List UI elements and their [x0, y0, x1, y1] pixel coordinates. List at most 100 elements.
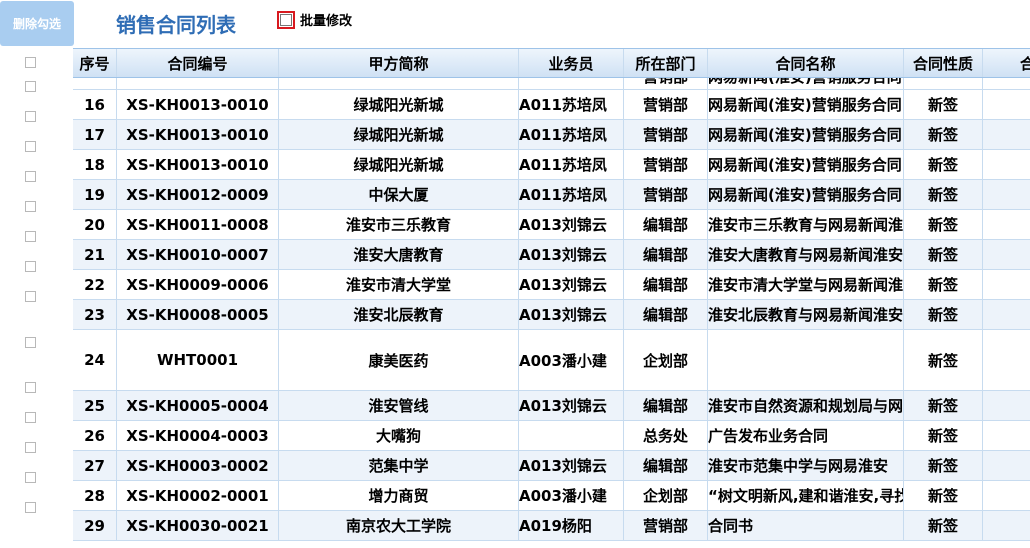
cell-extra [983, 90, 1030, 119]
table-row[interactable]: 26 XS-KH0004-0003 大嘴狗 总务处 广告发布业务合同 新签 [73, 421, 1030, 451]
header-extra[interactable]: 合 [983, 49, 1030, 77]
cell-party: 增力商贸 [279, 481, 519, 510]
cell-department: 编辑部 [624, 270, 708, 299]
cell-contract-nature: 新签 [904, 391, 983, 420]
row-select-checkbox[interactable] [25, 502, 36, 513]
header-contract-nature[interactable]: 合同性质 [904, 49, 983, 77]
cell-contract-code: XS-KH0004-0003 [117, 421, 279, 450]
cell-salesperson: A011苏培凤 [519, 150, 624, 179]
cell-salesperson: A013刘锦云 [519, 391, 624, 420]
table-cell [983, 78, 1030, 89]
header-contract-code[interactable]: 合同编号 [117, 49, 279, 77]
table-cell [279, 78, 519, 89]
cell-extra [983, 511, 1030, 540]
table-row[interactable]: 27 XS-KH0003-0002 范集中学 A013刘锦云 编辑部 淮安市范集中学与网易… [73, 451, 1030, 481]
cell-salesperson: A013刘锦云 [519, 270, 624, 299]
select-all-checkbox[interactable] [25, 57, 36, 68]
cell-department: 营销部 [624, 150, 708, 179]
cell-no: 21 [73, 240, 117, 269]
cell-department: 编辑部 [624, 240, 708, 269]
cell-party: 淮安管线 [279, 391, 519, 420]
cell-contract-code: XS-KH0013-0010 [117, 150, 279, 179]
cell-salesperson: A011苏培凤 [519, 90, 624, 119]
table-row[interactable]: 25 XS-KH0005-0004 淮安管线 A013刘锦云 编辑部 淮安市自然资源和规划… [73, 391, 1030, 421]
table-row[interactable]: 24 WHT0001 康美医药 A003潘小建 企划部 新签 [73, 330, 1030, 391]
row-select-checkbox[interactable] [25, 261, 36, 272]
cell-contract-code: WHT0001 [117, 330, 279, 390]
cell-no: 29 [73, 511, 117, 540]
row-select-checkbox[interactable] [25, 336, 36, 348]
row-select-checkbox[interactable] [25, 382, 36, 393]
cell-department: 编辑部 [624, 451, 708, 480]
cell-party: 大嘴狗 [279, 421, 519, 450]
cell-extra [983, 120, 1030, 149]
cell-contract-nature: 新签 [904, 300, 983, 329]
cell-contract-name: 网易新闻(淮安)营销服务合同 [708, 120, 904, 149]
row-select-checkbox[interactable] [25, 111, 36, 122]
delete-selected-button[interactable]: 删除勾选 [0, 1, 74, 46]
row-select-checkbox[interactable] [25, 442, 36, 453]
table-row[interactable]: 17 XS-KH0013-0010 绿城阳光新城 A011苏培凤 营销部 网易新闻(淮安)… [73, 120, 1030, 150]
cell-no: 17 [73, 120, 117, 149]
table-row[interactable]: 20 XS-KH0011-0008 淮安市三乐教育 A013刘锦云 编辑部 淮安市三乐教育… [73, 210, 1030, 240]
cell-department: 编辑部 [624, 210, 708, 239]
table-row[interactable]: 19 XS-KH0012-0009 中保大厦 A011苏培凤 营销部 网易新闻(淮安)营销… [73, 180, 1030, 210]
cell-extra [983, 300, 1030, 329]
cell-contract-nature: 新签 [904, 240, 983, 269]
cell-contract-nature: 新签 [904, 210, 983, 239]
cell-contract-code: XS-KH0003-0002 [117, 451, 279, 480]
cell-extra [983, 270, 1030, 299]
cell-party: 中保大厦 [279, 180, 519, 209]
table-header: 序号合同编号甲方简称业务员所在部门合同名称合同性质合 [73, 48, 1030, 78]
table-cell: 网易新闻(淮安)营销服务合同 [708, 78, 904, 89]
cell-contract-code: XS-KH0010-0007 [117, 240, 279, 269]
cell-department: 营销部 [624, 180, 708, 209]
cell-salesperson: A013刘锦云 [519, 210, 624, 239]
row-select-checkbox[interactable] [25, 231, 36, 242]
table-row[interactable]: 23 XS-KH0008-0005 淮安北辰教育 A013刘锦云 编辑部 淮安北辰教育与网… [73, 300, 1030, 330]
header-department[interactable]: 所在部门 [624, 49, 708, 77]
row-select-checkbox[interactable] [25, 171, 36, 182]
row-select-checkbox[interactable] [25, 472, 36, 483]
cell-contract-name: 合同书 [708, 511, 904, 540]
header-party[interactable]: 甲方简称 [279, 49, 519, 77]
cell-party: 康美医药 [279, 330, 519, 390]
cell-contract-name: 广告发布业务合同 [708, 421, 904, 450]
table-row[interactable]: 21 XS-KH0010-0007 淮安大唐教育 A013刘锦云 编辑部 淮安大唐教育与网… [73, 240, 1030, 270]
table-row[interactable]: 29 XS-KH0030-0021 南京农大工学院 A019杨阳 营销部 合同书 新签 [73, 511, 1030, 541]
cell-extra [983, 150, 1030, 179]
cell-party: 淮安市清大学堂 [279, 270, 519, 299]
table-body[interactable]: 营销部网易新闻(淮安)营销服务合同16XS-KH0013-0010绿城阳光新城A… [73, 78, 1030, 548]
cell-contract-name [708, 330, 904, 390]
cell-department: 编辑部 [624, 391, 708, 420]
row-select-checkbox[interactable] [25, 141, 36, 152]
cell-contract-name: “树文明新风,建和谐淮安,寻找 [708, 481, 904, 510]
batch-edit-toggle[interactable]: 批量修改 [277, 10, 352, 29]
table-row[interactable]: 18 XS-KH0013-0010 绿城阳光新城 A011苏培凤 营销部 网易新闻(淮安)… [73, 150, 1030, 180]
table-row[interactable]: 22 XS-KH0009-0006 淮安市清大学堂 A013刘锦云 编辑部 淮安市清大学堂… [73, 270, 1030, 300]
row-select-checkbox[interactable] [25, 412, 36, 423]
cell-party: 淮安大唐教育 [279, 240, 519, 269]
header-contract-name[interactable]: 合同名称 [708, 49, 904, 77]
cell-contract-nature: 新签 [904, 120, 983, 149]
header-salesperson[interactable]: 业务员 [519, 49, 624, 77]
cell-no: 28 [73, 481, 117, 510]
row-select-checkbox[interactable] [25, 201, 36, 212]
row-select-checkbox[interactable] [25, 81, 36, 92]
cell-contract-code: XS-KH0002-0001 [117, 481, 279, 510]
cell-salesperson: A003潘小建 [519, 330, 624, 390]
cell-no: 16 [73, 90, 117, 119]
row-select-checkbox[interactable] [25, 291, 36, 302]
table-row[interactable]: 28 XS-KH0002-0001 增力商贸 A003潘小建 企划部 “树文明新风,建和谐… [73, 481, 1030, 511]
cell-party: 淮安北辰教育 [279, 300, 519, 329]
cell-extra [983, 210, 1030, 239]
table-row-partial[interactable]: 营销部网易新闻(淮安)营销服务合同 [73, 78, 1030, 90]
cell-contract-nature: 新签 [904, 511, 983, 540]
cell-contract-name: 淮安市三乐教育与网易新闻淮安 [708, 210, 904, 239]
cell-extra [983, 391, 1030, 420]
cell-no: 26 [73, 421, 117, 450]
batch-edit-checkbox[interactable] [277, 10, 295, 29]
cell-contract-code: XS-KH0012-0009 [117, 180, 279, 209]
header-no[interactable]: 序号 [73, 49, 117, 77]
table-row[interactable]: 16 XS-KH0013-0010 绿城阳光新城 A011苏培凤 营销部 网易新闻(淮安)… [73, 90, 1030, 120]
